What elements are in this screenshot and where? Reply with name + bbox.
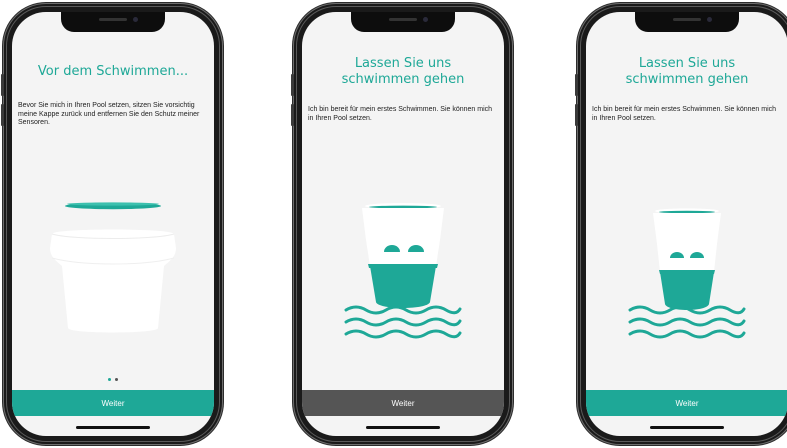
water-waves-icon — [344, 305, 462, 339]
volume-button — [291, 104, 294, 126]
volume-button — [575, 74, 578, 96]
next-button[interactable]: Weiter — [302, 390, 504, 416]
phone-notch — [61, 12, 165, 32]
volume-button — [1, 104, 4, 126]
app-screen-3: Lassen Sie uns schwimmen gehen Ich bin b… — [586, 12, 787, 436]
phone-frame-3: Lassen Sie uns schwimmen gehen Ich bin b… — [575, 4, 787, 444]
app-screen-2: Lassen Sie uns schwimmen gehen Ich bin b… — [302, 12, 504, 436]
next-button[interactable]: Weiter — [586, 390, 787, 416]
volume-button — [1, 74, 4, 96]
next-button[interactable]: Weiter — [12, 390, 214, 416]
page-indicator — [108, 378, 118, 381]
page-dot[interactable] — [115, 378, 118, 381]
phone-notch — [351, 12, 455, 32]
phone-notch — [635, 12, 739, 32]
phone-frame-1: Vor dem Schwimmen... Bevor Sie mich in I… — [1, 4, 222, 444]
water-waves-icon — [628, 305, 746, 339]
home-indicator — [366, 426, 440, 429]
home-indicator — [76, 426, 150, 429]
sensor-device-with-cap-icon — [50, 202, 176, 333]
volume-button — [291, 74, 294, 96]
home-indicator — [650, 426, 724, 429]
phone-frame-2: Lassen Sie uns schwimmen gehen Ich bin b… — [291, 4, 512, 444]
page-dot-active[interactable] — [108, 378, 111, 381]
volume-button — [575, 104, 578, 126]
app-screen-1: Vor dem Schwimmen... Bevor Sie mich in I… — [12, 12, 214, 436]
